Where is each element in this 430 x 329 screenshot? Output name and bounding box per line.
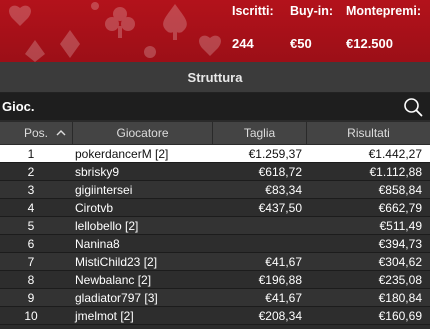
row-player: gigiintersei (75, 182, 133, 197)
card-suits-background (9, 2, 221, 62)
player-search-input[interactable] (0, 93, 402, 120)
table-row[interactable]: 3 gigiintersei €83,34 €858,84 (0, 181, 430, 199)
row-player: pokerdancerM [2] (75, 146, 169, 161)
section-title: Struttura (0, 62, 430, 93)
row-position: 6 (27, 236, 35, 251)
stat-entrants-label: Iscritti: (232, 4, 274, 18)
stat-buyin-value: €50 (290, 36, 312, 51)
column-header-stack[interactable]: Taglia (213, 122, 307, 144)
column-header-player[interactable]: Giocatore (73, 122, 213, 144)
row-position: 10 (24, 308, 38, 323)
row-player: gladiator797 [3] (75, 290, 158, 305)
row-stack: €83,34 (265, 182, 302, 197)
row-player: sbrisky9 (75, 164, 120, 179)
row-result: €235,08 (378, 272, 422, 287)
stat-entrants-value: 244 (232, 36, 254, 51)
stat-entrants: Iscritti: 244 (232, 4, 274, 51)
table-row[interactable]: 9 gladiator797 [3] €41,67 €180,84 (0, 289, 430, 307)
stat-prizepool-value: €12.500 (346, 36, 393, 51)
table-row[interactable]: 5 lellobello [2] €511,49 (0, 217, 430, 235)
table-row[interactable]: 10 jmelmot [2] €208,34 €160,69 (0, 307, 430, 325)
row-result: €1.442,27 (368, 146, 422, 161)
row-player: Nanina8 (75, 236, 120, 251)
chevron-up-icon[interactable] (55, 127, 67, 139)
row-stack: €208,34 (258, 308, 302, 323)
stat-buyin-label: Buy-in: (290, 4, 334, 18)
search-icon[interactable] (403, 97, 423, 117)
row-player: jmelmot [2] (75, 308, 134, 323)
table-row[interactable]: 6 Nanina8 €394,73 (0, 235, 430, 253)
row-position: 3 (27, 182, 35, 197)
row-position: 1 (27, 146, 35, 161)
row-stack: €618,72 (258, 164, 302, 179)
row-position: 4 (27, 200, 35, 215)
stat-prizepool: Montepremi: €12.500 (346, 4, 421, 51)
row-stack: €196,88 (258, 272, 302, 287)
column-header-result[interactable]: Risultati (307, 122, 430, 144)
row-position: 5 (27, 218, 35, 233)
row-result: €394,73 (378, 236, 422, 251)
table-header: Pos. Giocatore Taglia Risultati (0, 122, 430, 144)
player-search-bar (0, 93, 430, 120)
row-position: 8 (27, 272, 35, 287)
row-stack: €41,67 (265, 290, 302, 305)
row-player: lellobello [2] (75, 218, 139, 233)
row-result: €180,84 (378, 290, 422, 305)
row-result: €1.112,88 (369, 164, 423, 179)
row-position: 7 (27, 254, 35, 269)
column-header-pos-label: Pos. (23, 126, 48, 140)
table-row[interactable]: 4 Cirotvb €437,50 €662,79 (0, 199, 430, 217)
column-header-pos[interactable]: Pos. (0, 122, 73, 144)
row-player: Newbalanc [2] (75, 272, 152, 287)
stat-buyin: Buy-in: €50 (290, 4, 333, 51)
row-result: €511,49 (379, 218, 423, 233)
row-stack: €41,67 (265, 254, 302, 269)
row-result: €304,62 (378, 254, 422, 269)
tournament-header: Iscritti: 244 Buy-in: €50 Montepremi: €1… (0, 0, 430, 62)
row-player: MistiChild23 [2] (75, 254, 158, 269)
table-row[interactable]: 7 MistiChild23 [2] €41,67 €304,62 (0, 253, 430, 271)
row-result: €662,79 (378, 200, 422, 215)
stat-prizepool-label: Montepremi: (346, 4, 421, 18)
row-player: Cirotvb (75, 200, 114, 215)
table-row[interactable]: 2 sbrisky9 €618,72 €1.112,88 (0, 163, 430, 181)
row-stack: €437,50 (258, 200, 302, 215)
row-position: 9 (27, 290, 35, 305)
table-row[interactable]: 1 pokerdancerM [2] €1.259,37 €1.442,27 (0, 145, 430, 163)
row-position: 2 (27, 164, 35, 179)
table-row[interactable]: 8 Newbalanc [2] €196,88 €235,08 (0, 271, 430, 289)
row-stack: €1.259,37 (248, 146, 302, 161)
row-result: €160,69 (378, 308, 422, 323)
standings-table: 1 pokerdancerM [2] €1.259,37 €1.442,27 2… (0, 145, 430, 325)
row-result: €858,84 (378, 182, 422, 197)
